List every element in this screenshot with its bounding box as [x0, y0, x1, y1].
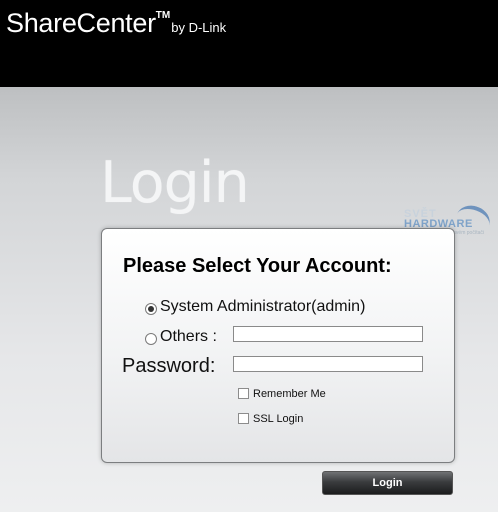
- sharecenter-logo: ShareCenterTMby D-Link: [6, 8, 226, 39]
- login-panel: Please Select Your Account: System Admin…: [101, 228, 455, 463]
- others-option-label[interactable]: Others :: [160, 328, 217, 346]
- brand-by-dlink: by D-Link: [171, 20, 227, 35]
- brand-name: ShareCenter: [6, 8, 156, 38]
- remember-me-label[interactable]: Remember Me: [253, 388, 326, 400]
- others-radio[interactable]: [145, 333, 157, 345]
- password-input[interactable]: [233, 356, 423, 372]
- top-bar: ShareCenterTMby D-Link: [0, 0, 498, 87]
- ssl-login-label[interactable]: SSL Login: [253, 413, 303, 425]
- page-heading: Login: [100, 150, 250, 216]
- admin-option-label[interactable]: System Administrator(admin): [160, 298, 365, 316]
- remember-me-checkbox[interactable]: [238, 388, 249, 399]
- brand-trademark: TM: [155, 10, 171, 21]
- password-label: Password:: [122, 355, 216, 377]
- others-username-input[interactable]: [233, 326, 423, 342]
- login-button[interactable]: Login: [322, 471, 453, 495]
- panel-title: Please Select Your Account:: [123, 255, 392, 277]
- radio-selected-dot: [148, 306, 154, 312]
- ssl-login-checkbox[interactable]: [238, 413, 249, 424]
- admin-radio[interactable]: [145, 303, 157, 315]
